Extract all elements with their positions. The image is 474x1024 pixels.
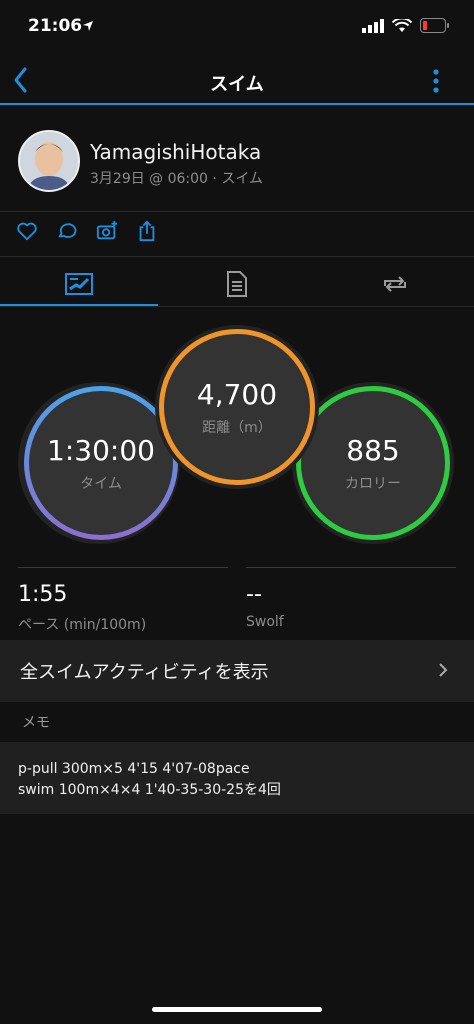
- calories-metric: 885 カロリー: [296, 386, 450, 540]
- stat-divider: [246, 567, 456, 568]
- laps-repeat-icon: [384, 276, 406, 292]
- divider: [0, 211, 474, 212]
- camera-add-icon[interactable]: [96, 220, 118, 242]
- nav-divider: [0, 103, 474, 105]
- avatar[interactable]: [18, 130, 80, 192]
- calories-value: 885: [346, 433, 400, 467]
- tab-laps[interactable]: [316, 262, 474, 306]
- avatar-image: [20, 132, 78, 190]
- signal-icon: [362, 18, 384, 33]
- location-arrow-icon: [83, 21, 93, 31]
- chevron-right-icon: [439, 663, 448, 677]
- distance-label: 距離（m）: [202, 419, 272, 436]
- memo-heading: メモ: [22, 715, 50, 731]
- document-list-icon: [227, 271, 247, 297]
- pace-value: 1:55: [18, 582, 68, 607]
- distance-metric: 4,700 距離（m）: [159, 329, 315, 485]
- time-value: 1:30:00: [47, 433, 155, 467]
- stats-chart-icon: [65, 273, 93, 295]
- swolf-value: --: [246, 582, 262, 607]
- battery-icon: [420, 18, 449, 33]
- swolf-label: Swolf: [246, 614, 284, 630]
- more-vertical-icon[interactable]: [430, 68, 442, 94]
- wifi-icon: [392, 18, 412, 32]
- page-title: スイム: [210, 74, 264, 95]
- distance-value: 4,700: [196, 377, 278, 411]
- social-actions: [16, 220, 158, 242]
- divider: [0, 256, 474, 257]
- memo-line-1: p-pull 300m×5 4'15 4'07-08pace: [18, 761, 250, 777]
- all-swim-activities-label: 全スイムアクティビティを表示: [20, 662, 269, 683]
- memo-box[interactable]: [0, 742, 474, 814]
- heart-icon[interactable]: [16, 220, 38, 242]
- share-icon[interactable]: [136, 220, 158, 242]
- stat-divider: [18, 567, 228, 568]
- home-indicator[interactable]: [152, 1007, 322, 1012]
- profile-name[interactable]: YamagishiHotaka: [90, 140, 261, 164]
- pace-label: ペース (min/100m): [18, 617, 147, 633]
- calories-label: カロリー: [345, 475, 401, 492]
- tab-details[interactable]: [158, 262, 316, 306]
- status-time: 21:06: [28, 16, 83, 36]
- status-indicators: [362, 18, 450, 33]
- tab-stats[interactable]: [0, 262, 158, 306]
- time-label: タイム: [80, 475, 122, 492]
- comment-icon[interactable]: [56, 220, 78, 242]
- divider: [0, 306, 474, 307]
- all-swim-activities-link[interactable]: 全スイムアクティビティを表示: [0, 640, 474, 702]
- activity-date: 3月29日 @ 06:00 · スイム: [90, 171, 264, 187]
- memo-line-2: swim 100m×4×4 1'40-35-30-25を4回: [18, 782, 281, 798]
